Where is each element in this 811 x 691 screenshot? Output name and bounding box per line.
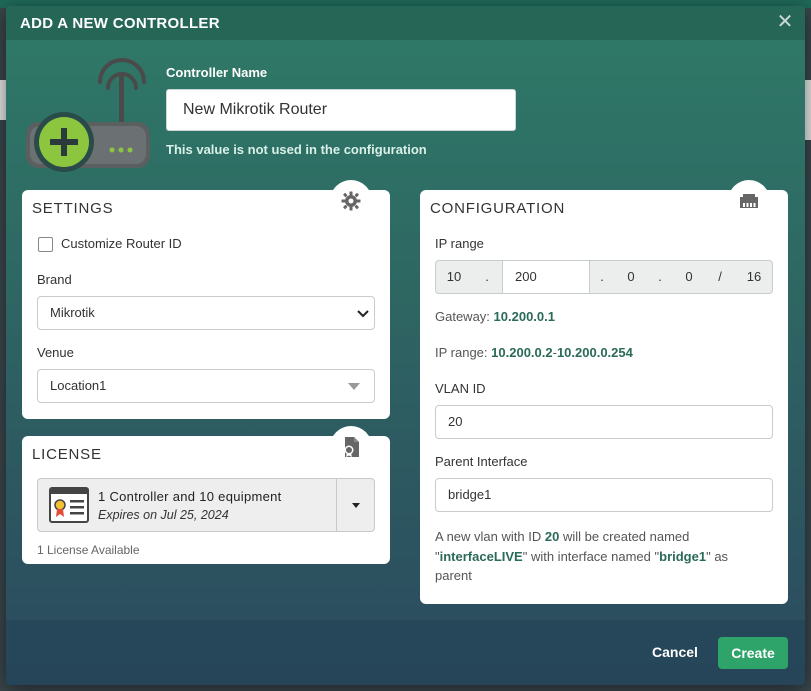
router-add-icon	[26, 58, 150, 172]
ip-octet-1: 10	[446, 269, 462, 284]
brand-label: Brand	[37, 272, 72, 287]
create-button[interactable]: Create	[718, 637, 788, 669]
ip-range-info-label: IP range:	[435, 345, 488, 360]
gateway-label: Gateway:	[435, 309, 490, 324]
license-select[interactable]: 1 Controller and 10 equipment Expires on…	[37, 478, 375, 532]
venue-select[interactable]: Location1	[37, 369, 375, 403]
license-name: 1 Controller and 10 equipment	[98, 489, 282, 504]
modal-header: ADD A NEW CONTROLLER ✕	[6, 6, 805, 40]
vlan-note-text-3: " with interface named "	[522, 548, 660, 564]
customize-router-id-checkbox[interactable]	[38, 237, 53, 252]
controller-name-label: Controller Name	[166, 65, 268, 80]
close-button[interactable]: ✕	[775, 12, 795, 32]
vlan-note-parent: bridge1	[659, 548, 707, 564]
vlan-note-text-1: A new vlan with ID	[435, 529, 542, 544]
license-dropdown-toggle[interactable]	[336, 479, 374, 531]
license-expiry: Expires on Jul 25, 2024	[98, 508, 229, 522]
cancel-button[interactable]: Cancel	[646, 639, 704, 665]
ip-octet-2-input[interactable]: 200	[502, 260, 590, 294]
gateway-info: Gateway: 10.200.0.1	[435, 309, 555, 324]
controller-name-input[interactable]	[166, 89, 516, 131]
ip-octet-3: 0	[627, 269, 635, 284]
license-title: LICENSE	[32, 446, 102, 463]
ip-octet-4: 0	[685, 269, 693, 284]
ip-range-field: 10 . 200 . 0 . 0 / 16	[435, 260, 773, 294]
license-available: 1 License Available	[37, 543, 140, 557]
certificate-icon	[49, 487, 89, 523]
caret-down-icon	[351, 502, 360, 508]
controller-name-hint: This value is not used in the configurat…	[166, 142, 427, 157]
brand-select-value: Mikrotik	[50, 305, 95, 320]
vlan-note: A new vlan with ID 20 will be created na…	[435, 527, 765, 586]
ip-prefix-length: 16	[746, 269, 762, 284]
venue-select-value: Location1	[50, 378, 107, 393]
parent-interface-input[interactable]: bridge1	[435, 478, 773, 512]
customize-router-id-label[interactable]: Customize Router ID	[61, 236, 182, 251]
gear-icon	[341, 191, 361, 211]
ip-range-start: 10.200.0.2	[491, 345, 553, 360]
chevron-down-icon	[357, 310, 369, 318]
backdrop-right-edge	[805, 80, 811, 140]
add-controller-modal: ADD A NEW CONTROLLER ✕ Controller Name T…	[6, 6, 805, 685]
ip-range-end: 10.200.0.254	[556, 345, 633, 360]
gateway-value: 10.200.0.1	[493, 309, 555, 324]
vlan-note-text-2: will be created named	[562, 529, 690, 544]
ip-range-info: IP range: 10.200.0.2-10.200.0.254	[435, 345, 633, 360]
configuration-card: CONFIGURATION IP range 10 . 200 . 0 . 0 …	[420, 190, 788, 604]
settings-title: SETTINGS	[32, 200, 114, 217]
ip-separator-1: .	[485, 269, 489, 284]
settings-card: SETTINGS Customize Router ID Brand Mikro…	[22, 190, 390, 419]
network-port-icon	[740, 194, 758, 208]
venue-label: Venue	[37, 345, 74, 360]
modal-title: ADD A NEW CONTROLLER	[20, 15, 220, 32]
settings-badge	[330, 180, 372, 222]
ip-separator-2: .	[600, 269, 604, 284]
configuration-title: CONFIGURATION	[430, 200, 566, 217]
ip-prefix-slash: /	[718, 269, 722, 284]
brand-select[interactable]: Mikrotik	[37, 296, 375, 330]
caret-down-icon	[348, 383, 360, 390]
configuration-badge	[728, 180, 770, 222]
vlan-id-label: VLAN ID	[435, 381, 486, 396]
license-badge	[330, 426, 372, 468]
parent-interface-label: Parent Interface	[435, 454, 528, 469]
vlan-id-input[interactable]: 20	[435, 405, 773, 439]
vlan-note-interface: interfaceLIVE	[439, 548, 523, 564]
license-icon	[344, 437, 359, 457]
vlan-note-id: 20	[544, 529, 560, 544]
ip-separator-3: .	[658, 269, 662, 284]
ip-range-label: IP range	[435, 236, 484, 251]
